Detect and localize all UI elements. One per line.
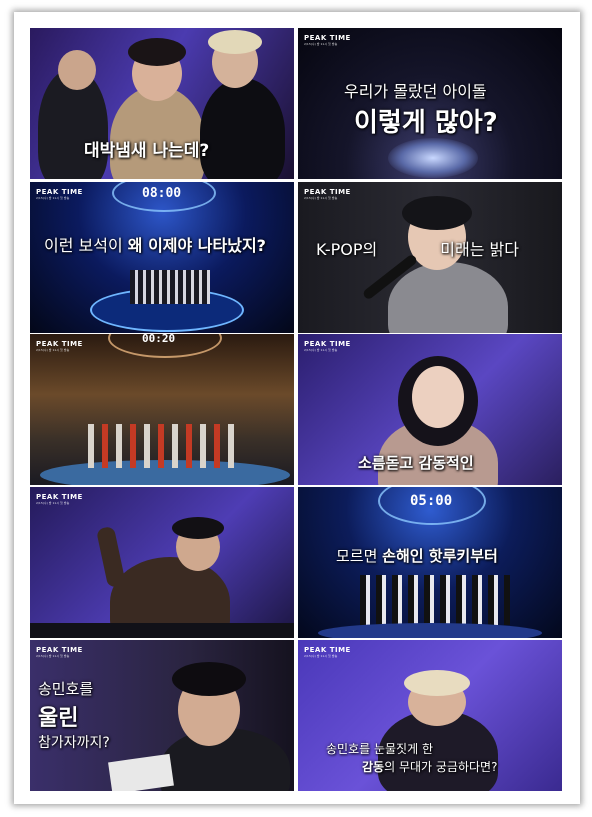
caption-emphasis: 왜 이제야 나타났지? (127, 236, 266, 255)
caption-line1: 우리가 몰랐던 아이돌 (344, 82, 487, 101)
panel-judges-reaction: 대박냄새 나는데? (30, 28, 294, 179)
caption-emphasis: 손해인 핫루키부터 (382, 547, 498, 565)
panel-judge-emotional: PEAK TIME 2/15(수) 밤 11시 첫 방송 소름돋고 감동적인 (298, 334, 562, 485)
caption-line2: 울린 (38, 706, 79, 731)
brand-logo: PEAK TIME 2/15(수) 밤 11시 첫 방송 (304, 34, 351, 46)
caption-line1: 송민호를 눈물짓게 한 (326, 742, 433, 756)
panel-judge-tearful: PEAK TIME 2/15(수) 밤 11시 첫 방송 송민호를 눈물짓게 한 … (298, 640, 562, 791)
performers (130, 270, 210, 304)
caption-emphasis: 감동적인 (418, 454, 474, 472)
judge-hair (404, 670, 470, 696)
caption-pre: 소름돋고 (358, 454, 419, 472)
name-placard (108, 753, 174, 791)
stage-floor (388, 138, 478, 178)
caption-line2: 이렇게 많아? (354, 108, 498, 138)
caption: 대박냄새 나는데? (84, 141, 210, 161)
brand-logo: PEAK TIME 2/15(수) 밤 11시 첫 방송 (36, 340, 83, 352)
judge-right-hair (208, 30, 262, 54)
caption-post: 의 무대가 궁금하다면? (384, 760, 498, 774)
caption-line3: 참가자까지? (38, 735, 110, 751)
brand-logo: PEAK TIME 2/15(수) 밤 11시 첫 방송 (304, 340, 351, 352)
judge-left-head (58, 50, 96, 90)
judge-right (200, 78, 285, 179)
caption: 이런 보석이 왜 이제야 나타났지? (44, 232, 266, 256)
performers (360, 575, 510, 625)
panel-judge-pointing: PEAK TIME 2/15(수) 밤 11시 첫 방송 (30, 487, 294, 638)
panel-rookie-stage: 05:00 모르면 손해인 핫루키부터 (298, 487, 562, 638)
caption-emphasis: 감동 (362, 760, 385, 774)
caption-line2: 감동의 무대가 궁금하다면? (362, 758, 497, 775)
caption-pre: 모르면 (336, 547, 383, 565)
judge-center-hair (128, 38, 186, 66)
judge-hair (402, 196, 472, 230)
dancers (88, 424, 238, 468)
judge-hair (172, 662, 246, 696)
collage-grid: 대박냄새 나는데? PEAK TIME 2/15(수) 밤 11시 첫 방송 우리… (30, 28, 562, 791)
stage-floor (318, 623, 542, 638)
brand-logo: PEAK TIME 2/15(수) 밤 11시 첫 방송 (36, 188, 83, 200)
countdown-timer: 05:00 (410, 493, 453, 509)
judge-arm (95, 525, 127, 589)
judge-head (412, 366, 464, 428)
panel-dance-stage: PEAK TIME 2/15(수) 밤 11시 첫 방송 00:20 (30, 334, 294, 485)
caption-pre: K-POP의 (316, 240, 383, 259)
caption-pre: 이런 보석이 (44, 236, 128, 255)
caption-emphasis: 미래는 밝다 (440, 240, 519, 259)
caption: 모르면 손해인 핫루키부터 (336, 545, 498, 566)
panel-judge-microphone: PEAK TIME 2/15(수) 밤 11시 첫 방송 K-POP의 미래는 밝… (298, 182, 562, 333)
caption: K-POP의 미래는 밝다 (316, 236, 519, 260)
countdown-timer: 00:20 (142, 334, 176, 345)
caption: 소름돋고 감동적인 (358, 452, 474, 473)
panel-stage-wide: PEAK TIME 2/15(수) 밤 11시 첫 방송 우리가 몰랐던 아이돌 … (298, 28, 562, 179)
judge-hair (172, 517, 224, 539)
brand-logo: PEAK TIME 2/15(수) 밤 11시 첫 방송 (304, 646, 351, 658)
panel-judge-closeup: PEAK TIME 2/15(수) 밤 11시 첫 방송 송민호를 울린 참가자까… (30, 640, 294, 791)
caption-line1: 송민호를 (38, 680, 94, 698)
brand-logo: PEAK TIME 2/15(수) 밤 11시 첫 방송 (36, 646, 83, 658)
brand-logo: PEAK TIME 2/15(수) 밤 11시 첫 방송 (304, 188, 351, 200)
brand-logo: PEAK TIME 2/15(수) 밤 11시 첫 방송 (36, 493, 83, 505)
panel-group-stage: PEAK TIME 2/15(수) 밤 11시 첫 방송 08:00 이런 보석이… (30, 182, 294, 333)
desk (30, 623, 294, 638)
judge-body (388, 262, 508, 333)
countdown-timer: 08:00 (142, 186, 182, 201)
